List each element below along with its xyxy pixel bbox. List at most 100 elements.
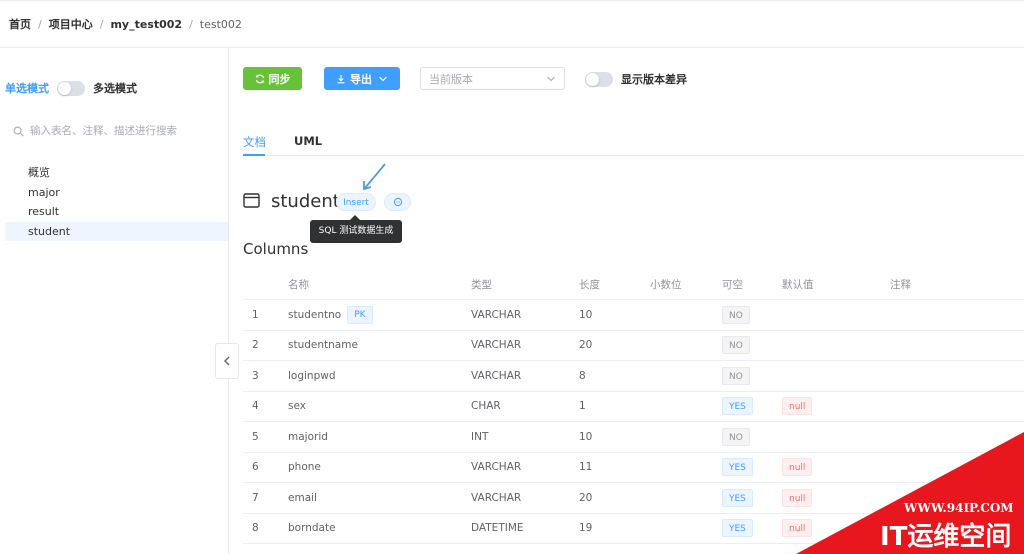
export-button-label: 导出 bbox=[350, 72, 372, 86]
header-length: 长度 bbox=[579, 279, 600, 291]
column-name: loginpwd bbox=[288, 369, 336, 382]
export-button[interactable]: 导出 bbox=[324, 67, 400, 90]
tree-item-major[interactable]: major bbox=[5, 183, 228, 203]
default-value-badge: null bbox=[782, 397, 813, 416]
chevron-down-icon bbox=[547, 76, 555, 81]
table-search bbox=[13, 124, 218, 138]
column-type: VARCHAR bbox=[471, 339, 522, 352]
column-type: CHAR bbox=[471, 400, 501, 413]
column-length: 20 bbox=[579, 491, 593, 504]
sync-button-label: 同步 bbox=[268, 72, 291, 86]
version-select[interactable]: 当前版本 bbox=[420, 67, 565, 90]
multi-select-mode-label[interactable]: 多选模式 bbox=[93, 80, 137, 96]
tab-document[interactable]: 文档 bbox=[243, 134, 266, 150]
nullable-cell: YES bbox=[722, 392, 753, 422]
table-row: 3 loginpwd VARCHAR 8 NO bbox=[243, 361, 1024, 392]
sql-test-data-tooltip: SQL 测试数据生成 bbox=[310, 215, 402, 243]
table-row: 1 studentno PK VARCHAR 10 NO bbox=[243, 300, 1024, 331]
row-index: 1 bbox=[252, 308, 259, 321]
search-icon bbox=[13, 126, 24, 136]
watermark-url: WWW.94IP.COM bbox=[903, 501, 1014, 515]
column-type: DATETIME bbox=[471, 522, 524, 535]
chevron-down-icon bbox=[379, 76, 387, 81]
column-type: INT bbox=[471, 430, 489, 443]
nullable-badge: YES bbox=[722, 488, 753, 507]
column-name-cell: studentname bbox=[288, 331, 358, 361]
breadcrumb-project[interactable]: my_test002 bbox=[110, 18, 182, 31]
nullable-cell: NO bbox=[722, 361, 750, 391]
columns-section-title: Columns bbox=[243, 240, 309, 258]
breadcrumb-home[interactable]: 首页 bbox=[9, 16, 31, 32]
table-search-input[interactable] bbox=[30, 125, 210, 137]
collapse-sidebar-button[interactable] bbox=[215, 343, 239, 379]
sync-button[interactable]: 同步 bbox=[243, 67, 302, 90]
column-name-cell: borndate bbox=[288, 514, 336, 544]
top-border bbox=[0, 0, 1024, 1]
header-nullable: 可空 bbox=[722, 279, 743, 291]
column-type: VARCHAR bbox=[471, 461, 522, 474]
annotation-arrow-icon bbox=[363, 163, 386, 191]
column-name: studentname bbox=[288, 339, 358, 352]
nullable-badge: YES bbox=[722, 397, 753, 416]
column-name-cell: studentno PK bbox=[288, 300, 373, 330]
tree-item-student[interactable]: student bbox=[5, 221, 228, 241]
row-index: 2 bbox=[252, 339, 259, 352]
row-index: 5 bbox=[252, 430, 259, 443]
primary-key-badge: PK bbox=[347, 305, 373, 324]
header-comment: 注释 bbox=[890, 279, 911, 291]
row-index: 8 bbox=[252, 522, 259, 535]
header-default: 默认值 bbox=[782, 279, 814, 291]
column-length: 1 bbox=[579, 400, 586, 413]
insert-sql-button[interactable]: Insert bbox=[336, 193, 376, 211]
column-name-cell: email bbox=[288, 483, 317, 513]
tab-uml[interactable]: UML bbox=[294, 134, 322, 148]
table-header-row: 名称 类型 长度 小数位 可空 默认值 注释 bbox=[243, 270, 1024, 300]
breadcrumb-project-center[interactable]: 项目中心 bbox=[49, 16, 93, 32]
selection-mode-toggle[interactable] bbox=[57, 80, 85, 96]
nullable-badge: NO bbox=[722, 366, 750, 385]
table-row: 2 studentname VARCHAR 20 NO bbox=[243, 331, 1024, 361]
single-select-mode-label[interactable]: 单选模式 bbox=[5, 80, 49, 96]
default-cell: null bbox=[782, 392, 813, 422]
tree-item-overview[interactable]: 概览 bbox=[5, 163, 228, 183]
column-name: email bbox=[288, 491, 317, 504]
comment-button[interactable] bbox=[384, 193, 411, 211]
header-decimal: 小数位 bbox=[650, 279, 682, 291]
nullable-badge: NO bbox=[722, 427, 750, 446]
download-icon bbox=[337, 74, 345, 83]
column-name-cell: loginpwd bbox=[288, 361, 336, 391]
column-type: VARCHAR bbox=[471, 491, 522, 504]
nullable-badge: NO bbox=[722, 305, 750, 324]
version-select-placeholder: 当前版本 bbox=[429, 72, 473, 86]
nullable-badge: YES bbox=[722, 458, 753, 477]
table-title: student bbox=[271, 191, 340, 212]
tree-item-result[interactable]: result bbox=[5, 202, 228, 222]
row-index: 6 bbox=[252, 461, 259, 474]
breadcrumb-separator: / bbox=[99, 17, 104, 31]
nullable-cell: NO bbox=[722, 422, 750, 452]
column-name: majorid bbox=[288, 430, 328, 443]
column-name: phone bbox=[288, 461, 321, 474]
column-length: 11 bbox=[579, 461, 593, 474]
watermark-brand: IT运维空间 bbox=[880, 521, 1011, 552]
nullable-cell: NO bbox=[722, 331, 750, 361]
nullable-cell: YES bbox=[722, 514, 753, 544]
breadcrumb-separator: / bbox=[189, 17, 193, 31]
chat-bubble-icon bbox=[393, 197, 402, 207]
column-length: 10 bbox=[579, 430, 593, 443]
column-length: 20 bbox=[579, 339, 593, 352]
column-type: VARCHAR bbox=[471, 308, 522, 321]
version-diff-toggle[interactable] bbox=[585, 71, 613, 87]
active-tab-indicator bbox=[243, 154, 265, 156]
nullable-badge: YES bbox=[722, 519, 753, 538]
sidebar: 单选模式 多选模式 概览 major result student bbox=[0, 48, 229, 554]
column-name-cell: majorid bbox=[288, 422, 328, 452]
column-length: 19 bbox=[579, 522, 593, 535]
header-type: 类型 bbox=[471, 279, 492, 291]
column-length: 10 bbox=[579, 308, 593, 321]
column-name: borndate bbox=[288, 522, 336, 535]
refresh-icon bbox=[255, 74, 264, 83]
tabs-divider bbox=[243, 155, 1024, 156]
table-row: 4 sex CHAR 1 YES null bbox=[243, 392, 1024, 422]
breadcrumb: 首页 / 项目中心 / my_test002 / test002 bbox=[9, 16, 242, 32]
